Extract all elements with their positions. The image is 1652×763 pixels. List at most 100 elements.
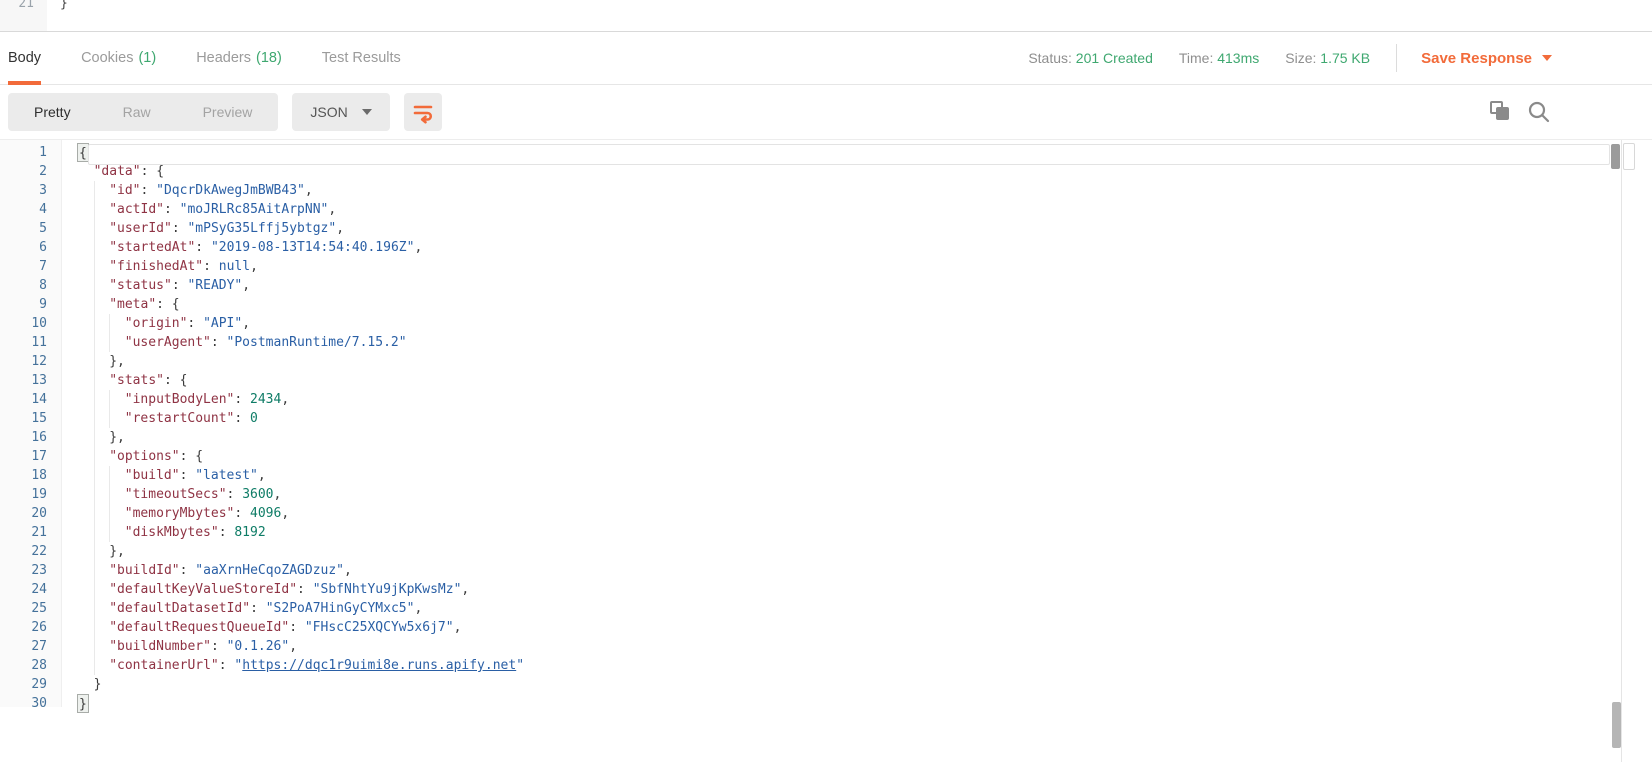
view-mode-pretty[interactable]: Pretty	[8, 93, 97, 131]
container-url-link[interactable]: https://dqc1r9uimi8e.runs.apify.net	[242, 656, 516, 675]
code-token: "API"	[203, 314, 242, 333]
code-line: 3"id": "DqcrDkAwegJmBWB43",	[0, 181, 1652, 200]
line-number: 11	[0, 333, 47, 352]
line-number: 4	[0, 200, 47, 219]
code-line: 12},	[0, 352, 1652, 371]
view-mode-preview[interactable]: Preview	[177, 93, 279, 131]
view-mode-raw[interactable]: Raw	[97, 93, 177, 131]
indent-guide	[94, 314, 110, 333]
code-token: 0	[250, 409, 258, 428]
line-number: 22	[0, 542, 47, 561]
code-token: "DqcrDkAwegJmBWB43"	[156, 181, 305, 200]
code-token: ,	[281, 390, 289, 409]
indent-guide	[78, 675, 94, 694]
code-token: :	[187, 314, 203, 333]
code-token: :	[211, 333, 227, 352]
code-token: :	[203, 257, 219, 276]
code-token: "timeoutSecs"	[125, 485, 227, 504]
code-line: 5"userId": "mPSyG35Lffj5ybtgz",	[0, 219, 1652, 238]
scrollbar-track-line	[1621, 140, 1622, 762]
indent-guide	[78, 219, 94, 238]
tab-body[interactable]: Body	[8, 32, 41, 85]
code-token: "memoryMbytes"	[125, 504, 235, 523]
response-body-viewer: 1{2"data": {3"id": "DqcrDkAwegJmBWB43",4…	[0, 140, 1652, 707]
indent-guide	[78, 447, 94, 466]
line-number: 10	[0, 314, 47, 333]
indent-guide	[78, 656, 94, 675]
code-token: "containerUrl"	[109, 656, 219, 675]
scrollbar-corner	[1623, 143, 1635, 170]
response-meta-group: Status: 201 Created Time: 413ms Size: 1.…	[1002, 44, 1552, 72]
code-token: :	[180, 466, 196, 485]
code-line: 30}	[0, 694, 1652, 713]
tab-test-results[interactable]: Test Results	[322, 32, 401, 85]
indent-guide	[94, 542, 110, 561]
indent-guide	[94, 428, 110, 447]
wrap-lines-icon	[411, 100, 435, 124]
vertical-scrollbar-thumb[interactable]	[1611, 144, 1620, 169]
code-line: 11"userAgent": "PostmanRuntime/7.15.2"	[0, 333, 1652, 352]
code-line: 21"diskMbytes": 8192	[0, 523, 1652, 542]
time-label: Time:	[1179, 50, 1213, 66]
code-token: 4096	[250, 504, 281, 523]
code-line: 13"stats": {	[0, 371, 1652, 390]
code-token: ,	[258, 466, 266, 485]
page-scrollbar-thumb[interactable]	[1612, 702, 1621, 748]
code-line: 9"meta": {	[0, 295, 1652, 314]
tab-cookies[interactable]: Cookies (1)	[81, 32, 156, 85]
code-token: }	[94, 675, 102, 694]
code-token: "FHscC25XQCYw5x6j7"	[305, 618, 454, 637]
indent-guide	[94, 466, 110, 485]
line-number: 21	[0, 523, 47, 542]
wrap-lines-button[interactable]	[404, 93, 442, 131]
indent-guide	[78, 181, 94, 200]
code-token: 8192	[234, 523, 265, 542]
code-token: "READY"	[187, 276, 242, 295]
time-value: 413ms	[1217, 50, 1259, 66]
indent-guide	[94, 523, 110, 542]
indent-guide	[78, 523, 94, 542]
code-line: 10"origin": "API",	[0, 314, 1652, 333]
code-token: ,	[305, 181, 313, 200]
indent-guide	[78, 542, 94, 561]
code-token: ,	[336, 219, 344, 238]
cookies-count-badge: (1)	[138, 50, 156, 66]
code-line: 18"build": "latest",	[0, 466, 1652, 485]
code-line: 25"defaultDatasetId": "S2PoA7HinGyCYMxc5…	[0, 599, 1652, 618]
code-token: "defaultKeyValueStoreId"	[109, 580, 297, 599]
code-token: :	[211, 637, 227, 656]
code-token: :	[141, 181, 157, 200]
save-response-button[interactable]: Save Response	[1421, 50, 1552, 67]
code-token: "defaultDatasetId"	[109, 599, 250, 618]
code-line: 23"buildId": "aaXrnHeCqoZAGDzuz",	[0, 561, 1652, 580]
request-code-text[interactable]: }	[60, 0, 68, 11]
code-token: "origin"	[125, 314, 188, 333]
code-line: 19"timeoutSecs": 3600,	[0, 485, 1652, 504]
code-token: ,	[344, 561, 352, 580]
line-number: 25	[0, 599, 47, 618]
indent-guide	[94, 618, 110, 637]
indent-guide	[94, 637, 110, 656]
code-token: "finishedAt"	[109, 257, 203, 276]
code-line: 4"actId": "moJRLRc85AitArpNN",	[0, 200, 1652, 219]
indent-guide	[94, 333, 110, 352]
code-token: "SbfNhtYu9jKpKwsMz"	[313, 580, 462, 599]
code-token: ,	[289, 637, 297, 656]
code-token: :	[297, 580, 313, 599]
search-button[interactable]	[1526, 99, 1552, 125]
indent-guide	[94, 504, 110, 523]
indent-guide	[94, 238, 110, 257]
horizontal-scrollbar-track[interactable]	[88, 144, 1610, 165]
line-number: 19	[0, 485, 47, 504]
tab-headers[interactable]: Headers (18)	[196, 32, 282, 85]
code-token: 3600	[242, 485, 273, 504]
indent-guide	[94, 200, 110, 219]
copy-button[interactable]	[1488, 99, 1514, 125]
indent-guide	[94, 447, 110, 466]
code-line: 15"restartCount": 0	[0, 409, 1652, 428]
code-line: 22},	[0, 542, 1652, 561]
code-line: 24"defaultKeyValueStoreId": "SbfNhtYu9jK…	[0, 580, 1652, 599]
language-select[interactable]: JSON	[292, 93, 389, 131]
indent-guide	[78, 580, 94, 599]
indent-guide	[109, 409, 125, 428]
